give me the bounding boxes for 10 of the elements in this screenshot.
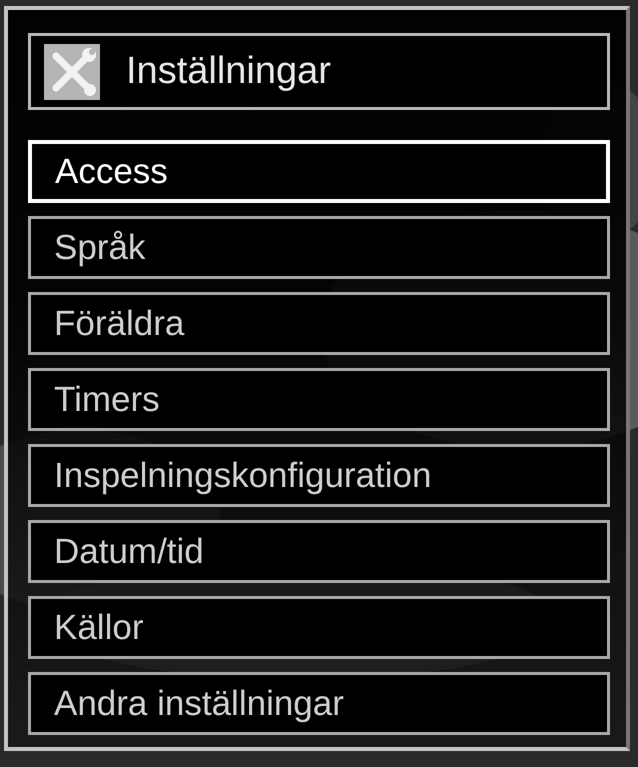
tools-icon (44, 44, 100, 100)
menu-item[interactable]: Språk (28, 216, 610, 279)
menu-item[interactable]: Access (28, 140, 610, 203)
menu-item[interactable]: Andra inställningar (28, 672, 610, 735)
menu-item[interactable]: Källor (28, 596, 610, 659)
menu-item[interactable]: Föräldra (28, 292, 610, 355)
menu-item[interactable]: Timers (28, 368, 610, 431)
menu-item[interactable]: Datum/tid (28, 520, 610, 583)
menu-title: Inställningar (126, 50, 331, 93)
menu-item[interactable]: Inspelningskonfiguration (28, 444, 610, 507)
